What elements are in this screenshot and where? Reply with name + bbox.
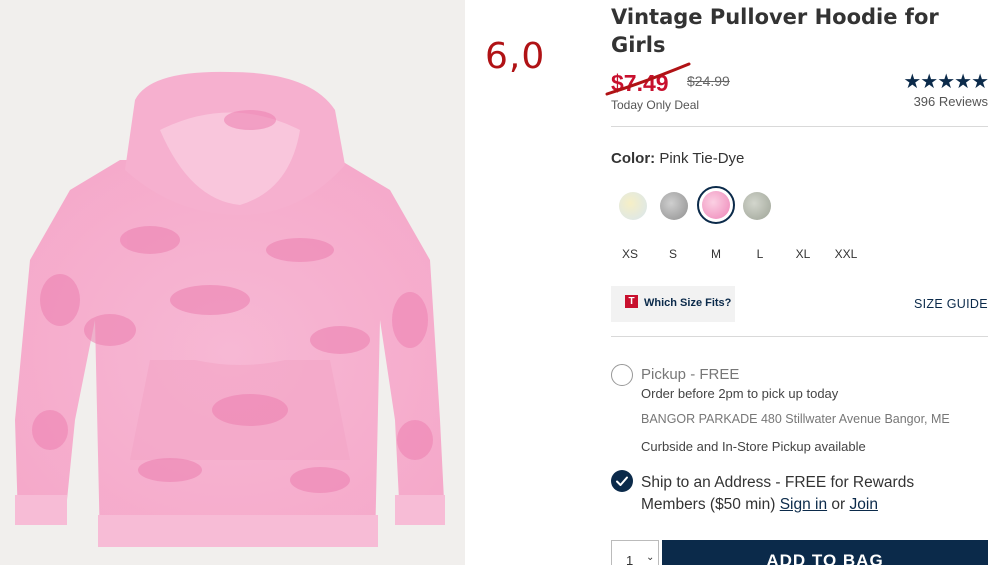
curbside-note: Curbside and In-Store Pickup available bbox=[641, 439, 866, 454]
size-option-m[interactable]: M bbox=[696, 247, 736, 261]
store-address: 480 Stillwater Avenue bbox=[760, 412, 881, 426]
checkmark-icon bbox=[616, 476, 628, 486]
product-image[interactable] bbox=[0, 0, 465, 565]
pickup-subtitle: Order before 2pm to pick up today bbox=[641, 386, 839, 401]
color-label: Color: Pink Tie-Dye bbox=[611, 150, 744, 167]
swatch-fill bbox=[619, 192, 647, 220]
star-rating-icon: ★★★★★ bbox=[903, 69, 989, 93]
pickup-radio[interactable] bbox=[611, 364, 633, 386]
quantity-select[interactable]: 1 ⌄ bbox=[611, 540, 659, 565]
review-count[interactable]: 396 Reviews bbox=[884, 94, 988, 109]
ship-option-text: Ship to an Address - FREE for Rewards Me… bbox=[641, 472, 981, 516]
add-to-bag-button[interactable]: ADD TO BAG bbox=[662, 540, 988, 565]
hoodie-illustration bbox=[15, 71, 445, 547]
divider bbox=[611, 126, 988, 127]
product-title: Vintage Pullover Hoodie for Girls bbox=[611, 5, 939, 57]
color-label-prefix: Color: bbox=[611, 150, 656, 167]
ship-or: or bbox=[831, 496, 846, 513]
pickup-title: Pickup - FREE bbox=[641, 366, 740, 383]
size-option-xs[interactable]: XS bbox=[610, 247, 650, 261]
which-size-fits-label: Which Size Fits? bbox=[644, 297, 732, 309]
product-page: 6,0 Vintage Pullover Hoodie for Girls $7… bbox=[0, 0, 994, 565]
annotation-number: 6,0 bbox=[485, 36, 546, 77]
divider bbox=[611, 336, 988, 337]
color-selected-name: Pink Tie-Dye bbox=[659, 150, 745, 167]
ship-radio-checked[interactable] bbox=[611, 470, 633, 492]
color-swatch-sage-tie-dye[interactable] bbox=[738, 187, 776, 225]
quantity-value: 1 bbox=[626, 553, 634, 565]
swatch-fill bbox=[702, 191, 730, 219]
rating[interactable]: ★★★★★ 396 Reviews bbox=[884, 69, 989, 109]
size-guide-link[interactable]: SIZE GUIDE bbox=[914, 297, 988, 311]
store-city: Bangor, ME bbox=[884, 412, 950, 426]
store-name: BANGOR PARKADE bbox=[641, 412, 758, 426]
color-swatch-pink-tie-dye[interactable] bbox=[697, 186, 735, 224]
store-info[interactable]: BANGOR PARKADE 480 Stillwater Avenue Ban… bbox=[641, 412, 950, 426]
chevron-down-icon: ⌄ bbox=[646, 552, 655, 563]
color-swatch-yellow-blue-tie-dye[interactable] bbox=[614, 187, 652, 225]
sign-in-link[interactable]: Sign in bbox=[780, 496, 827, 513]
fit-logo-icon: T bbox=[625, 295, 638, 308]
join-link[interactable]: Join bbox=[850, 496, 878, 513]
swatch-fill bbox=[743, 192, 771, 220]
size-option-l[interactable]: L bbox=[740, 247, 780, 261]
deal-label: Today Only Deal bbox=[611, 98, 700, 112]
price-strikethrough-annotation bbox=[605, 62, 691, 96]
size-option-s[interactable]: S bbox=[653, 247, 693, 261]
which-size-fits-button[interactable]: T Which Size Fits? bbox=[611, 286, 735, 322]
size-option-xxl[interactable]: XXL bbox=[826, 247, 866, 261]
size-option-xl[interactable]: XL bbox=[783, 247, 823, 261]
swatch-fill bbox=[660, 192, 688, 220]
original-price: $24.99 bbox=[687, 73, 730, 89]
color-swatch-gray-camo[interactable] bbox=[655, 187, 693, 225]
